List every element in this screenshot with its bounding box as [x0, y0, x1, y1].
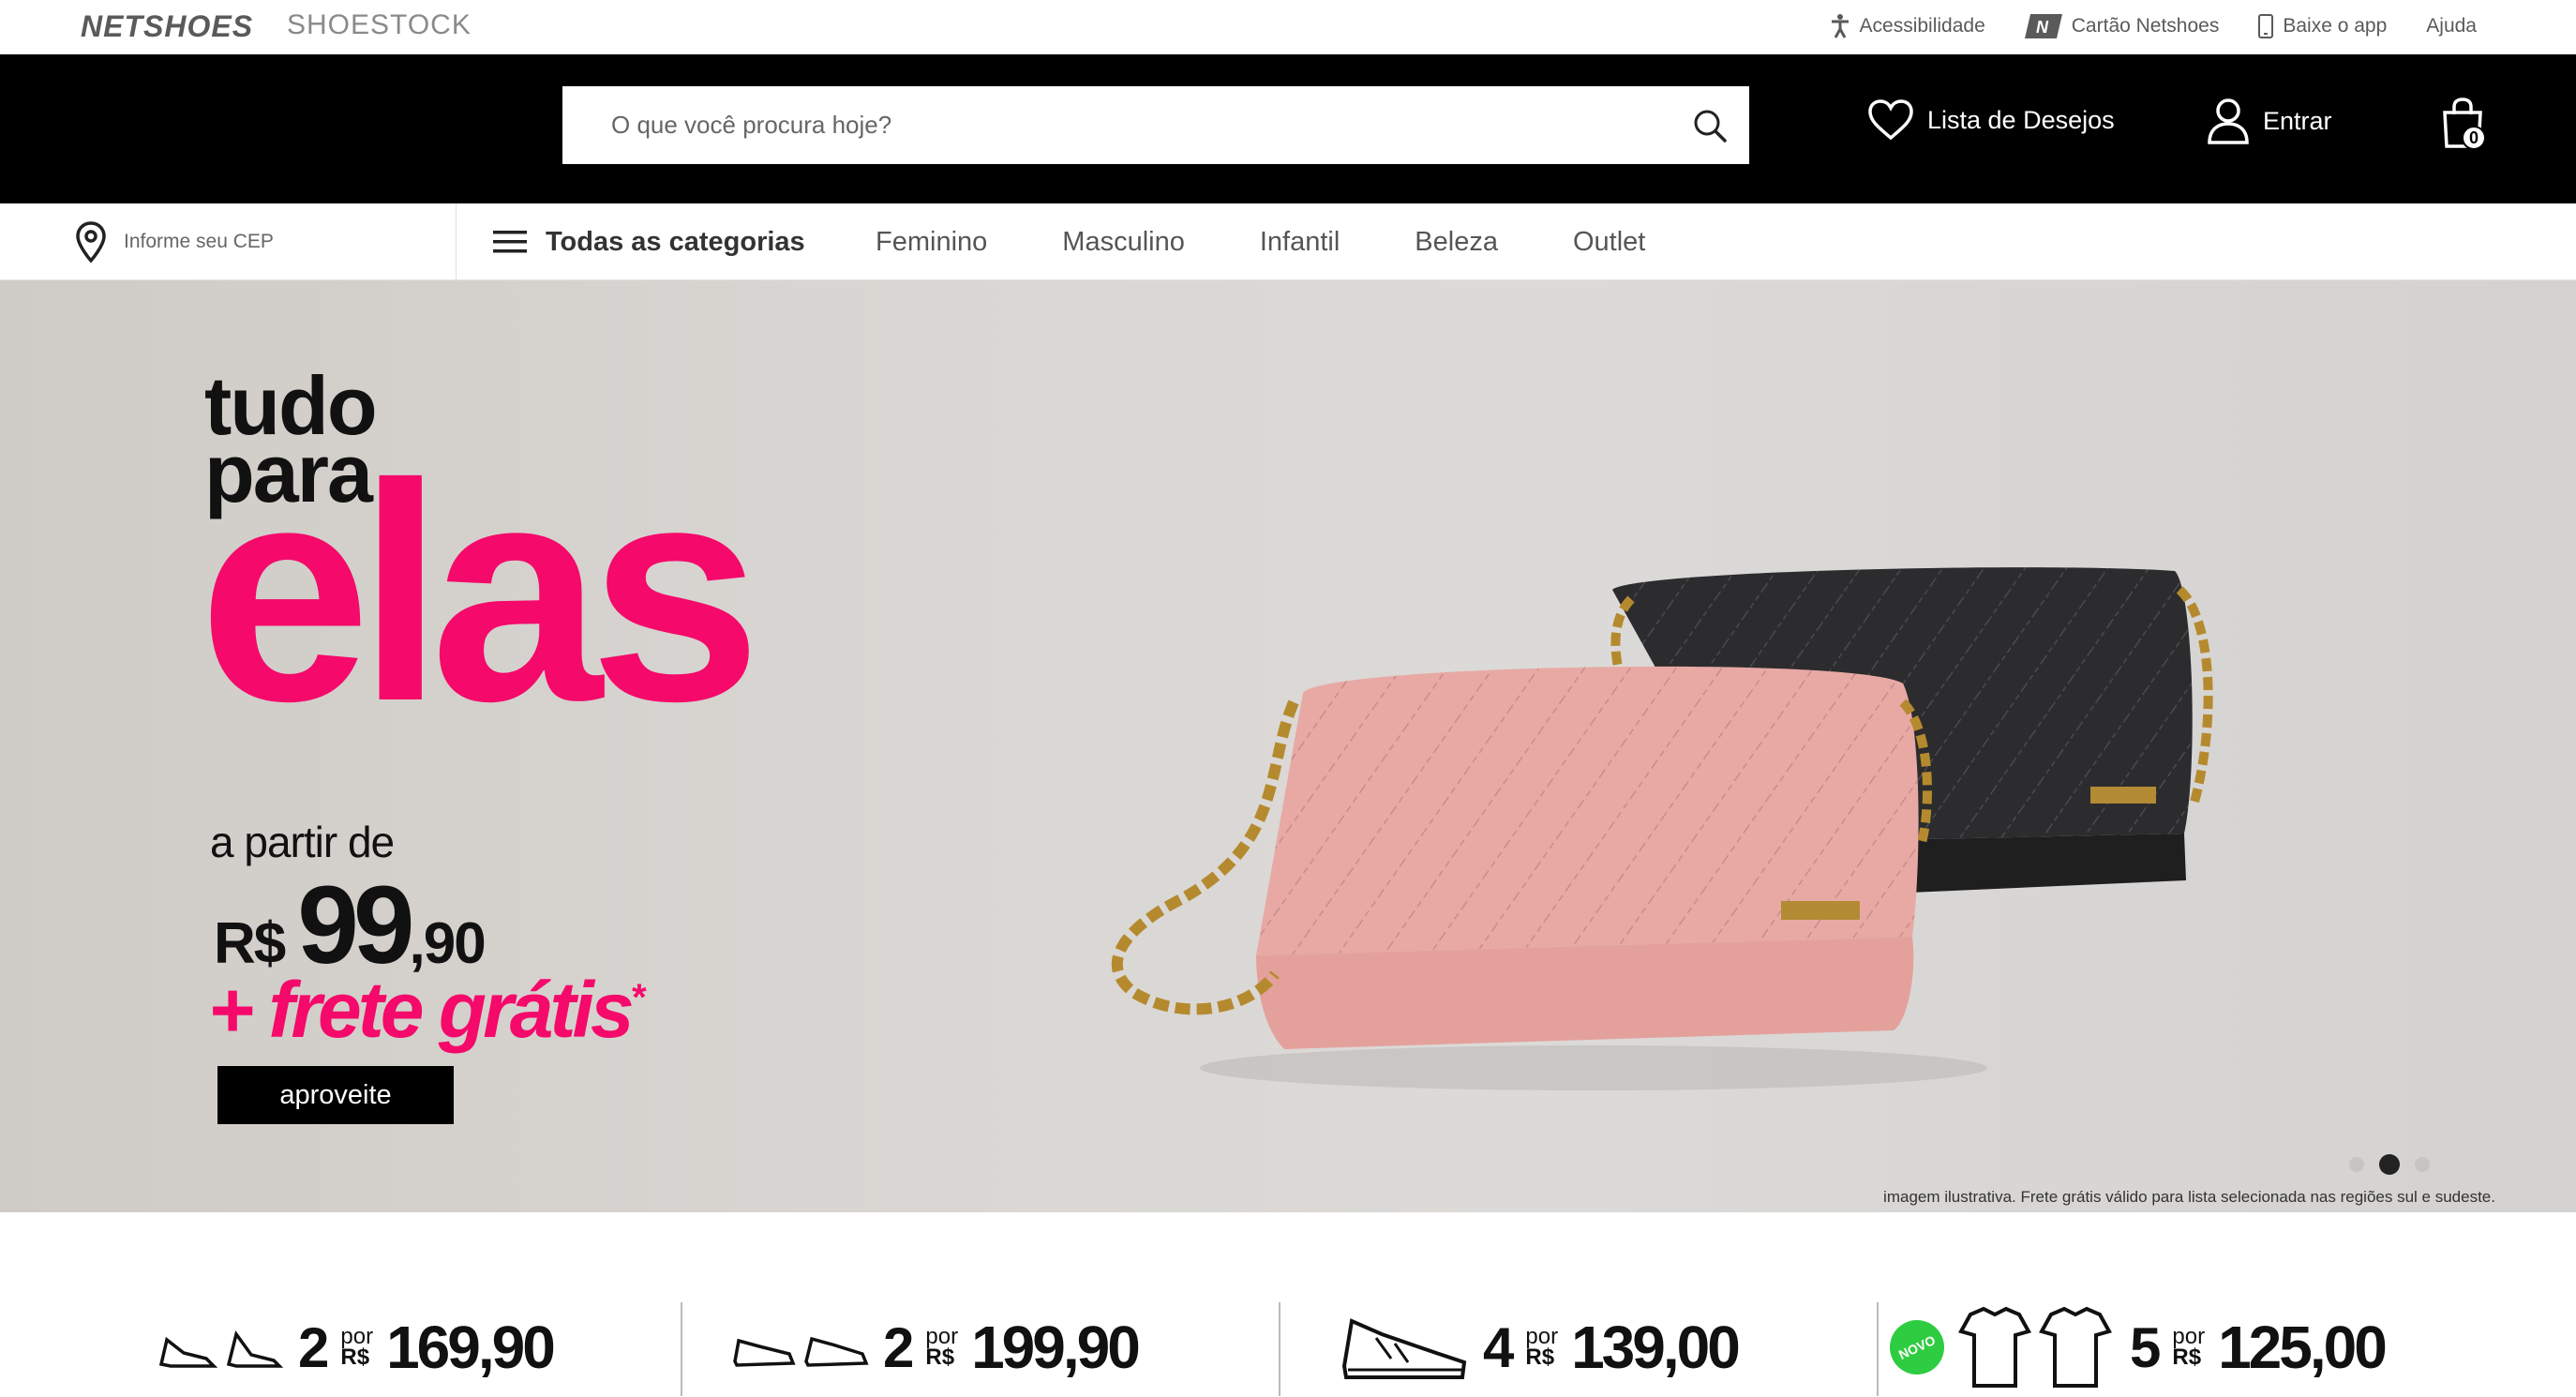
category-nav: Informe seu CEP Todas as categorias Femi… — [0, 203, 2576, 280]
promo-1-per: por R$ — [340, 1326, 373, 1370]
nav-links: Feminino Masculino Infantil Beleza Outle… — [876, 203, 1645, 280]
nav-link-beleza[interactable]: Beleza — [1415, 227, 1498, 258]
promo-4-qty: 5 — [2130, 1315, 2161, 1379]
promo-3-price: 139,00 — [1571, 1314, 1741, 1381]
hero-asterisk: * — [630, 977, 645, 1018]
search-button[interactable] — [1670, 86, 1749, 164]
promo-heels[interactable]: 2 por R$ 169,90 — [157, 1300, 556, 1394]
hero-disclaimer: imagem ilustrativa. Frete grátis válido … — [1883, 1188, 2495, 1206]
heart-icon — [1868, 99, 1913, 141]
carousel-dot-2[interactable] — [2379, 1154, 2400, 1175]
promo-4-per: por R$ — [2172, 1326, 2205, 1370]
top-bar: NETSHOES SHOESTOCK Acessibilidade N Cart… — [0, 0, 2576, 54]
all-categories-button[interactable]: Todas as categorias — [493, 203, 805, 280]
nav-divider — [456, 203, 457, 280]
promo-1-currency: R$ — [340, 1344, 370, 1370]
card-icon: N — [2024, 14, 2062, 38]
svg-text:N: N — [2036, 18, 2049, 37]
shoestock-logo[interactable]: SHOESTOCK — [287, 9, 472, 41]
menu-icon — [493, 231, 527, 253]
accessibility-label: Acessibilidade — [1859, 15, 1985, 37]
promo-2-qty: 2 — [883, 1315, 914, 1379]
phone-icon — [2258, 14, 2274, 38]
wishlist-label: Lista de Desejos — [1927, 105, 2115, 134]
cart-button[interactable]: 0 — [2441, 98, 2486, 150]
user-icon — [2208, 98, 2249, 144]
all-categories-label: Todas as categorias — [546, 226, 805, 257]
card-link[interactable]: N Cartão Netshoes — [2024, 14, 2220, 38]
new-badge: NOVO — [1880, 1311, 1954, 1384]
nav-link-outlet[interactable]: Outlet — [1573, 227, 1645, 258]
hero-cta-button[interactable]: aproveite — [217, 1066, 454, 1124]
promo-1-qty: 2 — [298, 1315, 329, 1379]
netshoes-logo[interactable]: NETSHOES — [81, 9, 253, 44]
promo-4-price: 125,00 — [2218, 1314, 2388, 1381]
hero-headline: elas — [199, 419, 761, 765]
promo-4-currency: R$ — [2172, 1344, 2202, 1370]
nav-link-infantil[interactable]: Infantil — [1260, 227, 1340, 258]
carousel-dot-1[interactable] — [2349, 1157, 2364, 1172]
tshirt-icon — [1958, 1306, 2112, 1388]
promo-divider — [1877, 1302, 1879, 1396]
promo-sneakers[interactable]: 2 por R$ 199,90 — [731, 1300, 1141, 1394]
promo-tshirts[interactable]: NOVO 5 por R$ 125,00 — [1880, 1300, 2388, 1394]
promo-divider — [681, 1302, 682, 1396]
running-shoe-icon — [1341, 1318, 1467, 1379]
promo-2-currency: R$ — [925, 1344, 955, 1370]
promo-running-shoes[interactable]: 4 por R$ 139,00 — [1339, 1300, 1741, 1394]
carousel-dot-3[interactable] — [2415, 1157, 2430, 1172]
handbags-image — [1111, 567, 2213, 1090]
help-label: Ajuda — [2426, 15, 2477, 37]
login-label: Entrar — [2263, 106, 2332, 135]
carousel-dots — [2349, 1154, 2430, 1175]
top-links: Acessibilidade N Cartão Netshoes Baixe o… — [1830, 13, 2477, 39]
hero-from-label: a partir de — [210, 818, 395, 866]
login-link[interactable]: Entrar — [2207, 98, 2332, 144]
app-link[interactable]: Baixe o app — [2258, 14, 2387, 38]
heels-icon — [158, 1329, 284, 1368]
search-input[interactable] — [562, 86, 1670, 164]
promo-2-per: por R$ — [925, 1326, 958, 1370]
accessibility-link[interactable]: Acessibilidade — [1830, 13, 1985, 39]
promo-divider — [1279, 1302, 1281, 1396]
promo-3-currency: R$ — [1525, 1344, 1555, 1370]
card-label: Cartão Netshoes — [2071, 15, 2220, 37]
cep-selector[interactable]: Informe seu CEP — [75, 203, 274, 280]
promo-1-price: 169,90 — [386, 1314, 556, 1381]
cart-count-badge: 0 — [2462, 126, 2486, 150]
search-bar — [562, 86, 1749, 164]
accessibility-icon — [1831, 14, 1849, 38]
promo-2-price: 199,90 — [971, 1314, 1141, 1381]
promo-3-per: por R$ — [1525, 1326, 1558, 1370]
nav-link-masculino[interactable]: Masculino — [1062, 227, 1185, 258]
search-icon — [1694, 110, 1727, 143]
location-pin-icon — [76, 221, 106, 263]
hero-shipping-text: + frete grátis — [208, 966, 635, 1054]
hero-banner[interactable]: tudo para elas a partir de R$ 99 ,90 + f… — [0, 280, 2576, 1212]
main-header: Lista de Desejos Entrar 0 — [0, 54, 2576, 203]
sneakers-icon — [733, 1336, 869, 1367]
help-link[interactable]: Ajuda — [2426, 15, 2477, 38]
promo-3-qty: 4 — [1483, 1315, 1514, 1379]
nav-link-feminino[interactable]: Feminino — [876, 227, 987, 258]
hero-shipping: + frete grátis* — [208, 965, 645, 1056]
app-label: Baixe o app — [2283, 15, 2388, 37]
wishlist-link[interactable]: Lista de Desejos — [1867, 99, 2115, 141]
promo-strip: 2 por R$ 169,90 2 por R$ 199,90 4 por R$ 13… — [0, 1212, 2576, 1397]
cep-label: Informe seu CEP — [124, 231, 274, 252]
